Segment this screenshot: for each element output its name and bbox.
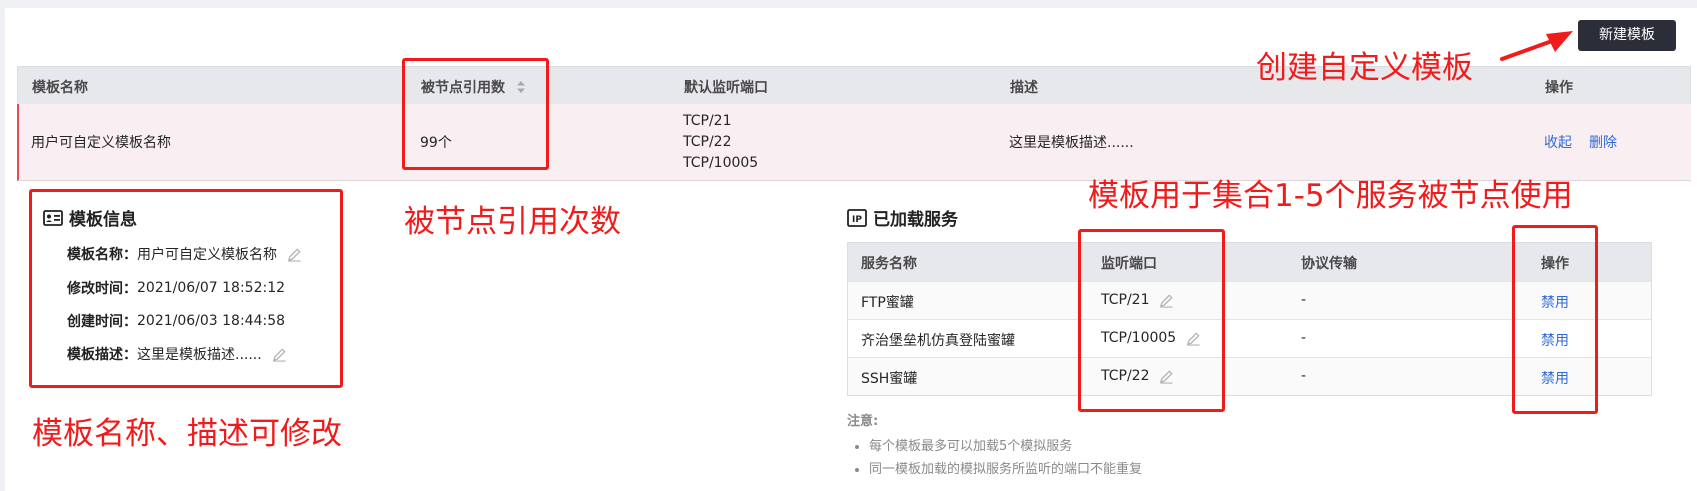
annotation-box-template-info bbox=[29, 189, 343, 388]
annotation-ref-times: 被节点引用次数 bbox=[404, 204, 621, 240]
delete-link[interactable]: 删除 bbox=[1589, 132, 1617, 152]
loaded-services-label: 已加载服务 bbox=[873, 210, 958, 230]
service-protocol: - bbox=[1301, 368, 1307, 384]
col-actions: 操作 bbox=[1545, 80, 1573, 96]
annotation-box-actions bbox=[1512, 225, 1598, 414]
service-name: FTP蜜罐 bbox=[861, 295, 914, 311]
loaded-services-title: IP 已加载服务 bbox=[847, 205, 958, 230]
service-protocol: - bbox=[1301, 292, 1307, 308]
notes: 注意: 每个模板最多可以加载5个模拟服务 同一模板加载的模拟服务所监听的端口不能… bbox=[847, 410, 1142, 481]
template-name-cell: 用户可自定义模板名称 bbox=[31, 135, 171, 151]
default-ports-cell: TCP/21 TCP/22 TCP/10005 bbox=[683, 111, 758, 174]
new-template-button[interactable]: 新建模板 bbox=[1578, 20, 1676, 51]
notes-list: 每个模板最多可以加载5个模拟服务 同一模板加载的模拟服务所监听的端口不能重复 bbox=[847, 435, 1142, 481]
annotation-editable: 模板名称、描述可修改 bbox=[32, 416, 342, 452]
notes-title: 注意: bbox=[847, 414, 879, 429]
service-protocol: - bbox=[1301, 330, 1307, 346]
note-item: 同一模板加载的模拟服务所监听的端口不能重复 bbox=[869, 458, 1142, 481]
service-name: SSH蜜罐 bbox=[861, 371, 918, 387]
collapse-link[interactable]: 收起 bbox=[1544, 132, 1572, 152]
col-service-name: 服务名称 bbox=[861, 256, 917, 272]
col-default-ports: 默认监听端口 bbox=[684, 80, 768, 96]
note-item: 每个模板最多可以加载5个模拟服务 bbox=[869, 435, 1142, 458]
annotation-box-ref-count bbox=[402, 58, 549, 170]
ip-icon: IP bbox=[847, 208, 867, 227]
col-template-name: 模板名称 bbox=[32, 80, 88, 96]
annotation-services-usage: 模板用于集合1-5个服务被节点使用 bbox=[1088, 178, 1573, 214]
service-name: 齐治堡垒机仿真登陆蜜罐 bbox=[861, 333, 1015, 349]
port-item: TCP/10005 bbox=[683, 155, 759, 171]
annotation-box-ports bbox=[1078, 229, 1225, 412]
description-cell: 这里是模板描述...... bbox=[1009, 135, 1134, 151]
port-item: TCP/22 bbox=[683, 134, 732, 150]
annotation-create-custom: 创建自定义模板 bbox=[1256, 50, 1473, 86]
svg-text:IP: IP bbox=[852, 215, 862, 225]
port-item: TCP/21 bbox=[683, 113, 732, 129]
col-protocol: 协议传输 bbox=[1301, 256, 1357, 272]
annotation-arrow-icon bbox=[1500, 31, 1573, 61]
col-description: 描述 bbox=[1010, 80, 1038, 96]
